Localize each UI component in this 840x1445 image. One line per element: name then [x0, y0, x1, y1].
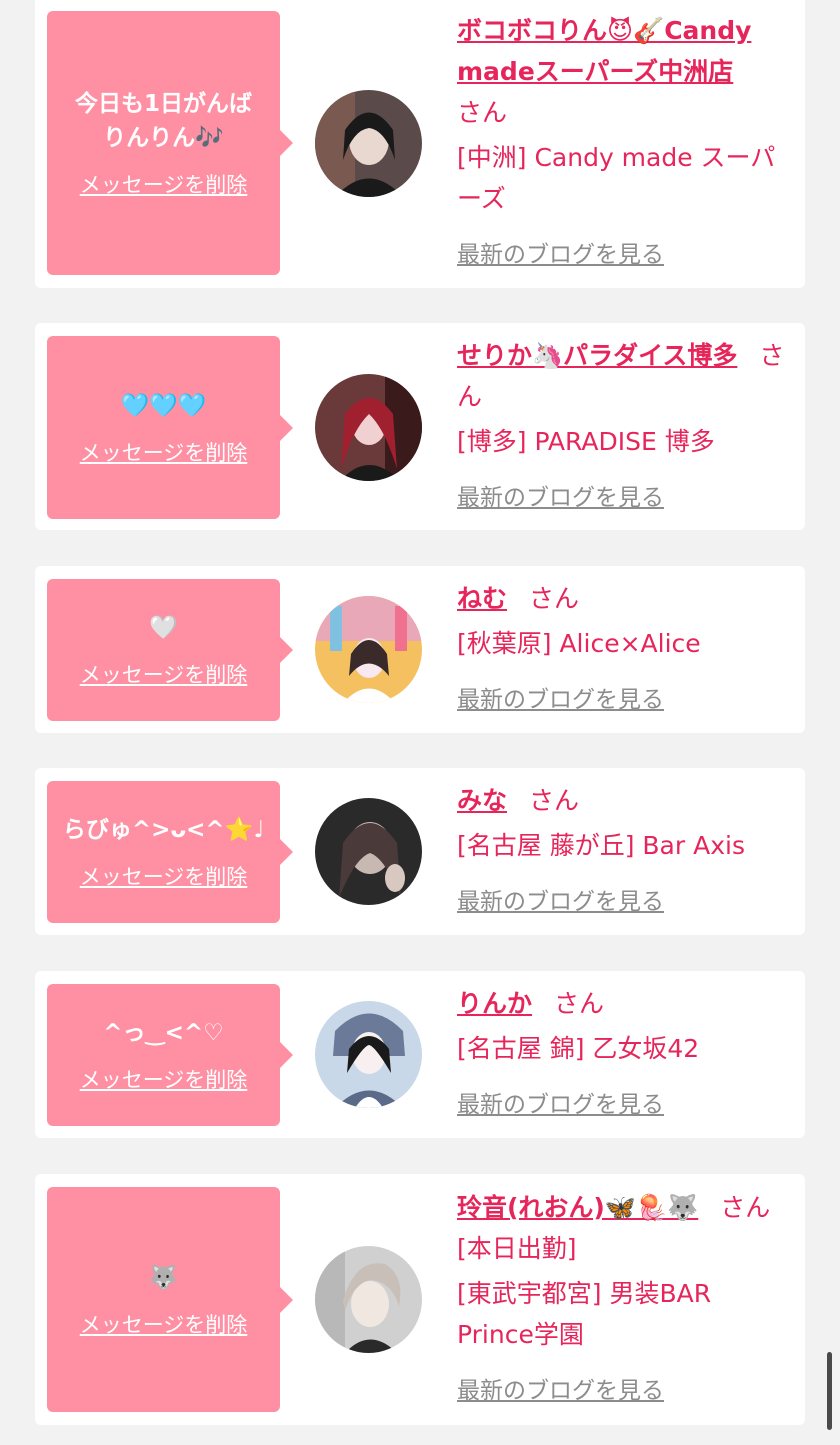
- honorific: さん: [457, 98, 508, 127]
- message-bubble: ^っ‿<^♡ メッセージを削除: [47, 984, 293, 1126]
- entry-info: せりか🦄パラダイス博多 さん [博多] PARADISE 博多 最新のブログを見る: [457, 335, 785, 512]
- avatar[interactable]: [315, 798, 422, 905]
- list-item: ^っ‿<^♡ メッセージを削除 りんか さん [名古屋 錦] 乙女坂42 最新のブ…: [35, 971, 805, 1138]
- honorific: さん: [529, 786, 580, 815]
- list-item: 🤍 メッセージを削除 ねむ さん [秋葉原] Alice×Alice 最新のブログ…: [35, 566, 805, 733]
- shop-name: [東武宇都宮] 男装BAR Prince学園: [457, 1279, 712, 1349]
- name-line: せりか🦄パラダイス博多 さん: [457, 335, 785, 417]
- name-line: りんか さん: [457, 983, 785, 1024]
- message-bubble: 🩵🩵🩵 メッセージを削除: [47, 336, 293, 519]
- entry-info: ねむ さん [秋葉原] Alice×Alice 最新のブログを見る: [457, 578, 785, 714]
- cast-name-link[interactable]: りんか: [457, 989, 532, 1018]
- entry-info: みな さん [名古屋 藤が丘] Bar Axis 最新のブログを見る: [457, 780, 785, 916]
- shop-name: [秋葉原] Alice×Alice: [457, 629, 701, 658]
- shop-name: [中洲] Candy made スーパーズ: [457, 143, 776, 213]
- message-text: 🐺: [149, 1264, 178, 1291]
- latest-blog-link[interactable]: 最新のブログを見る: [457, 1085, 664, 1119]
- cast-name-link[interactable]: ねむ: [457, 584, 507, 613]
- message-bubble: 今日も1日がんば りんりん🎶 メッセージを削除: [47, 11, 293, 275]
- delete-message-link[interactable]: メッセージを削除: [80, 169, 248, 199]
- entry-info: ボコボコりん😈🎸Candy madeスーパーズ中洲店 さん [中洲] Candy…: [457, 10, 785, 269]
- avatar[interactable]: [315, 90, 422, 197]
- entry-info: りんか さん [名古屋 錦] 乙女坂42 最新のブログを見る: [457, 983, 785, 1119]
- delete-message-link[interactable]: メッセージを削除: [80, 1064, 248, 1094]
- cast-name-link[interactable]: ボコボコりん😈🎸Candy madeスーパーズ中洲店: [457, 16, 751, 86]
- message-text: らびゅ^>ᴗ<^⭐️♩: [62, 817, 265, 843]
- delete-message-link[interactable]: メッセージを削除: [80, 1309, 248, 1339]
- latest-blog-link[interactable]: 最新のブログを見る: [457, 478, 664, 512]
- cast-name-link[interactable]: せりか🦄パラダイス博多: [457, 341, 737, 370]
- shop-name: [名古屋 錦] 乙女坂42: [457, 1034, 700, 1063]
- latest-blog-link[interactable]: 最新のブログを見る: [457, 235, 664, 269]
- list-item: 今日も1日がんば りんりん🎶 メッセージを削除 ボコボコりん😈🎸Candy ma…: [35, 0, 805, 288]
- entry-info: 玲音(れおん)🦋🪼🐺 さん [本日出勤] [東武宇都宮] 男装BAR Prince学…: [457, 1187, 785, 1405]
- latest-blog-link[interactable]: 最新のブログを見る: [457, 680, 664, 714]
- name-line: ねむ さん: [457, 578, 785, 619]
- list-item: 🐺 メッセージを削除 玲音(れおん)🦋🪼🐺 さん [本日出勤] [東武宇都宮] 男装…: [35, 1174, 805, 1425]
- avatar[interactable]: [315, 374, 422, 481]
- cast-name-link[interactable]: みな: [457, 786, 507, 815]
- status-badge: [本日出勤]: [457, 1234, 577, 1263]
- message-text: ^っ‿<^♡: [103, 1020, 224, 1046]
- delete-message-link[interactable]: メッセージを削除: [80, 659, 248, 689]
- shop-name: [博多] PARADISE 博多: [457, 427, 715, 456]
- list-item: 🩵🩵🩵 メッセージを削除 せりか🦄パラダイス博多 さん [博多] PARADISE…: [35, 323, 805, 530]
- latest-blog-link[interactable]: 最新のブログを見る: [457, 882, 664, 916]
- honorific: さん: [529, 584, 580, 613]
- message-bubble: 🤍 メッセージを削除: [47, 579, 293, 721]
- favorites-list-page: 今日も1日がんば りんりん🎶 メッセージを削除 ボコボコりん😈🎸Candy ma…: [0, 0, 840, 1445]
- cast-name-link[interactable]: 玲音(れおん)🦋🪼🐺: [457, 1193, 698, 1222]
- delete-message-link[interactable]: メッセージを削除: [80, 437, 248, 467]
- avatar[interactable]: [315, 1246, 422, 1353]
- message-text: 今日も1日がんば りんりん🎶: [74, 91, 252, 151]
- latest-blog-link[interactable]: 最新のブログを見る: [457, 1371, 664, 1405]
- honorific: さん: [720, 1193, 771, 1222]
- message-bubble: らびゅ^>ᴗ<^⭐️♩ メッセージを削除: [47, 781, 293, 923]
- name-line: みな さん: [457, 780, 785, 821]
- message-text: 🩵🩵🩵: [120, 392, 207, 419]
- delete-message-link[interactable]: メッセージを削除: [80, 861, 248, 891]
- name-line: ボコボコりん😈🎸Candy madeスーパーズ中洲店 さん: [457, 10, 785, 133]
- message-text: 🤍: [149, 615, 178, 641]
- list-item: らびゅ^>ᴗ<^⭐️♩ メッセージを削除 みな さん [名古屋 藤が丘] Bar …: [35, 768, 805, 935]
- avatar[interactable]: [315, 596, 422, 703]
- name-line: 玲音(れおん)🦋🪼🐺 さん [本日出勤]: [457, 1187, 785, 1269]
- message-bubble: 🐺 メッセージを削除: [47, 1187, 293, 1412]
- shop-name: [名古屋 藤が丘] Bar Axis: [457, 831, 745, 860]
- avatar[interactable]: [315, 1001, 422, 1108]
- honorific: さん: [554, 989, 605, 1018]
- scrollbar[interactable]: [827, 1352, 832, 1430]
